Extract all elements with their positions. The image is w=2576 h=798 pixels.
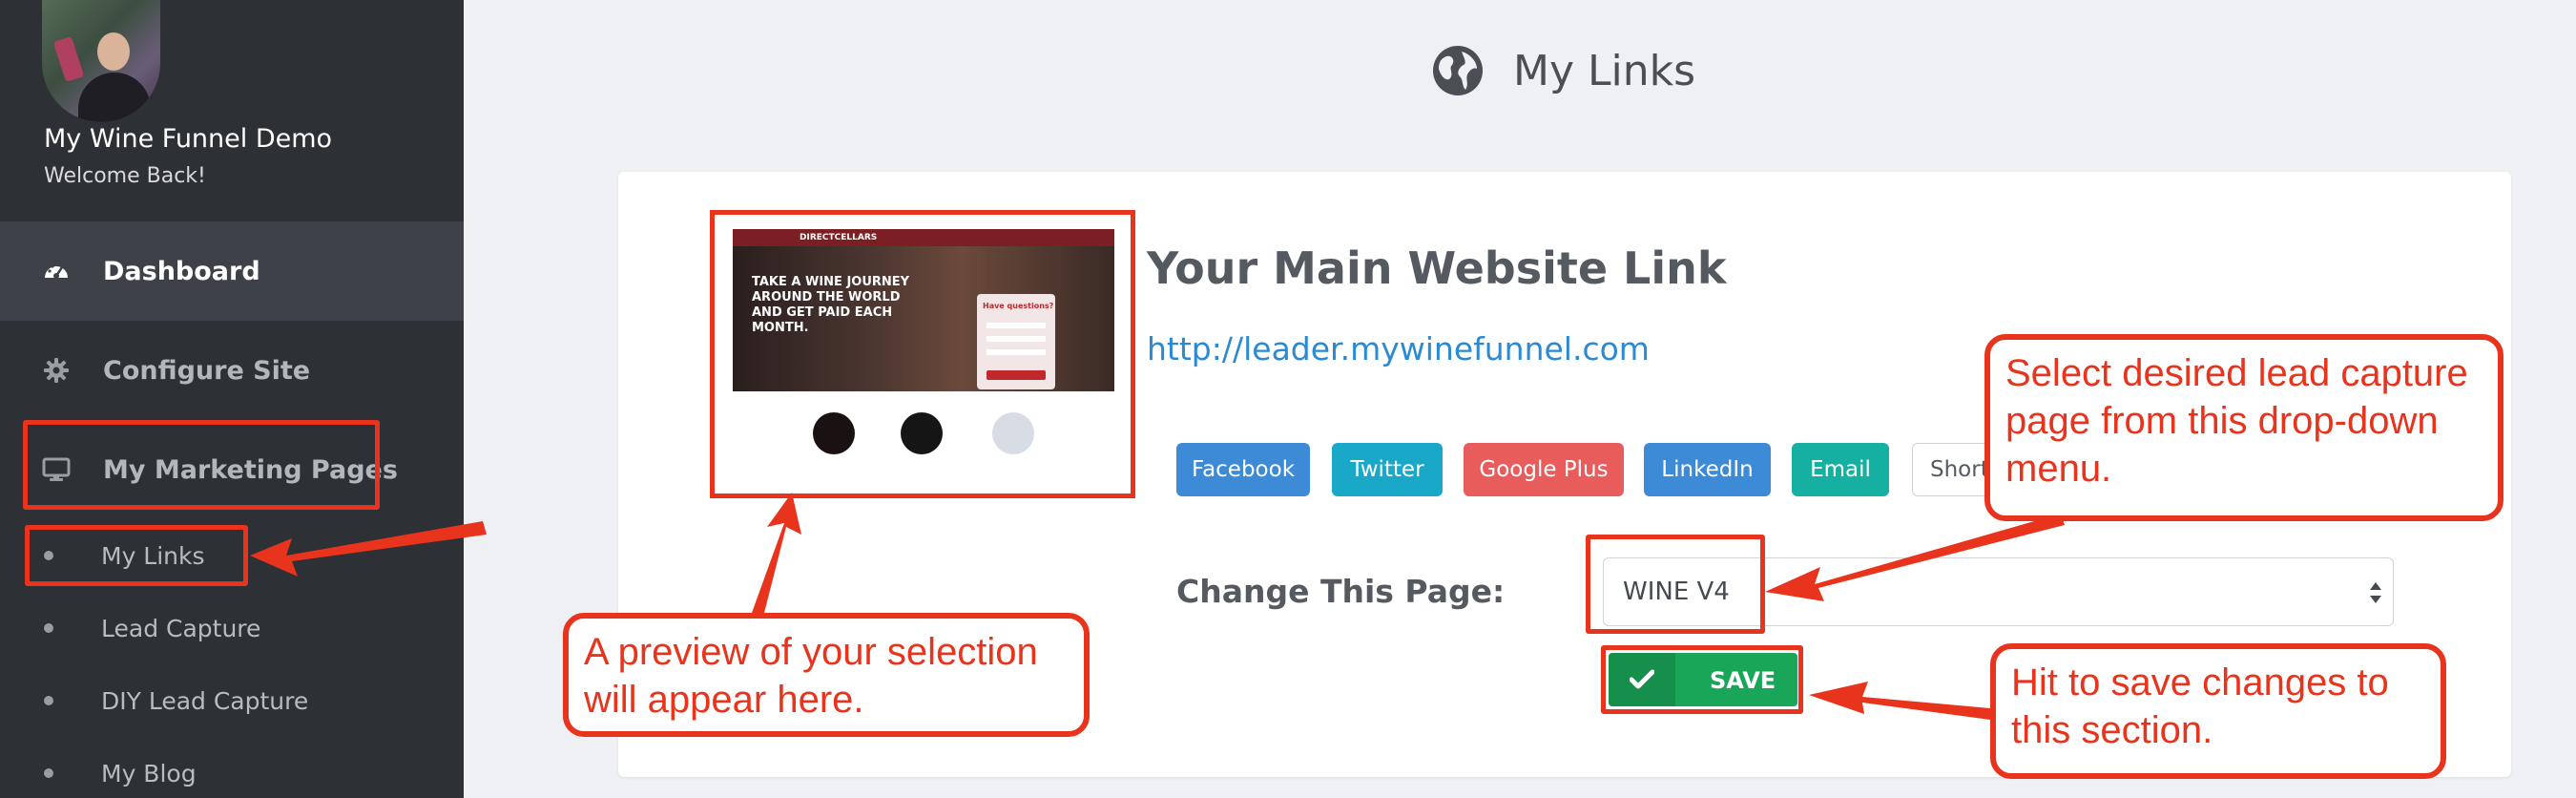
dashboard-gauge-icon [42,257,71,285]
sidebar-item-configure-site[interactable]: Configure Site [0,321,464,420]
gear-icon [42,356,71,385]
share-facebook-button[interactable]: Facebook [1176,443,1310,496]
share-email-button[interactable]: Email [1792,443,1889,496]
share-twitter-button[interactable]: Twitter [1332,443,1443,496]
user-name: My Wine Funnel Demo [44,124,333,154]
page-header: My Links [1431,42,1695,99]
sidebar-subitem-lead-capture[interactable]: Lead Capture [0,599,464,657]
share-google-plus-button[interactable]: Google Plus [1464,443,1624,496]
sidebar-subitem-label: DIY Lead Capture [101,686,309,715]
bullet-icon [44,768,53,778]
highlight-preview [710,210,1135,498]
avatar-wine-glass [52,35,85,83]
sidebar: My Wine Funnel Demo Welcome Back! Dashbo… [0,0,464,798]
sidebar-subitem-label: My Blog [101,759,197,788]
change-page-label: Change This Page: [1176,573,1506,610]
sidebar-item-dashboard[interactable]: Dashboard [0,221,464,321]
sidebar-subitem-diy-lead-capture[interactable]: DIY Lead Capture [0,672,464,729]
page-title: My Links [1513,46,1696,95]
callout-save-note: Hit to save changes to this section. [1990,643,2446,779]
highlight-marketing-pages [23,420,380,510]
bullet-icon [44,623,53,633]
callout-select-note: Select desired lead capture page from th… [1984,334,2503,521]
avatar[interactable] [42,0,160,122]
share-linkedin-button[interactable]: LinkedIn [1644,443,1771,496]
bullet-icon [44,696,53,705]
highlight-my-links [25,525,248,586]
link-heading: Your Main Website Link [1147,242,1727,294]
avatar-face [97,32,130,71]
sidebar-item-label: Dashboard [103,256,260,286]
highlight-save-button [1601,645,1803,714]
website-link[interactable]: http://leader.mywinefunnel.com [1147,330,1650,368]
highlight-page-select [1586,535,1765,634]
avatar-figure [78,73,151,122]
sidebar-subitem-label: Lead Capture [101,614,261,642]
globe-icon [1433,46,1483,95]
sidebar-item-label: Configure Site [103,355,311,386]
sidebar-subitem-my-blog[interactable]: My Blog [0,745,464,798]
callout-preview-note: A preview of your selection will appear … [563,613,1090,737]
select-arrows-icon [2370,582,2381,603]
user-welcome: Welcome Back! [44,164,206,188]
